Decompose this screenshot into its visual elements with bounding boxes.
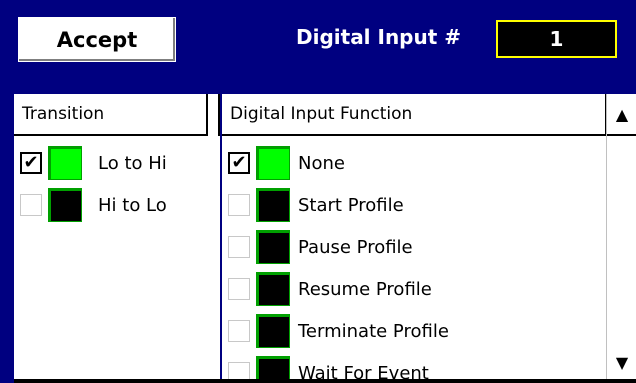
function-label: Terminate Profile [298, 320, 449, 342]
transition-row-hi-to-lo[interactable]: Hi to Lo [14, 184, 167, 226]
indicator-on-icon [48, 146, 82, 180]
accept-button[interactable]: Accept [18, 17, 176, 62]
function-list: ✔ None Start Profile Pause Profile Resum… [222, 138, 606, 383]
digital-input-number-field[interactable]: 1 [496, 20, 617, 58]
indicator-off-icon [48, 188, 82, 222]
transition-list: ✔ Lo to Hi Hi to Lo [14, 138, 220, 383]
digital-input-label: Digital Input # [296, 25, 462, 49]
checkbox-empty-icon[interactable] [228, 278, 250, 300]
transition-row-lo-to-hi[interactable]: ✔ Lo to Hi [14, 142, 167, 184]
check-icon[interactable]: ✔ [228, 152, 250, 174]
indicator-off-icon [256, 314, 290, 348]
indicator-on-icon [256, 146, 290, 180]
transition-label: Lo to Hi [98, 152, 167, 174]
function-column-header[interactable]: Digital Input Function [222, 94, 606, 136]
indicator-off-icon [256, 188, 290, 222]
function-label: None [298, 152, 345, 174]
checkbox-empty-icon[interactable] [228, 236, 250, 258]
function-panel: Digital Input Function ✔ None Start Prof… [222, 94, 636, 383]
checkbox-empty-icon[interactable] [228, 194, 250, 216]
scroll-up-icon[interactable]: ▲ [607, 94, 636, 136]
function-row-none[interactable]: ✔ None [222, 142, 345, 184]
bottom-border [14, 379, 636, 383]
function-row-resume-profile[interactable]: Resume Profile [222, 268, 432, 310]
checkbox-empty-icon[interactable] [228, 320, 250, 342]
checkbox-empty-icon[interactable] [20, 194, 42, 216]
transition-column-header[interactable]: Transition [14, 94, 220, 136]
function-row-terminate-profile[interactable]: Terminate Profile [222, 310, 449, 352]
indicator-off-icon [256, 272, 290, 306]
transition-label: Hi to Lo [98, 194, 167, 216]
function-label: Start Profile [298, 194, 404, 216]
scroll-down-icon[interactable]: ▼ [607, 341, 636, 383]
function-row-pause-profile[interactable]: Pause Profile [222, 226, 413, 268]
function-label: Pause Profile [298, 236, 413, 258]
indicator-off-icon [256, 230, 290, 264]
function-label: Resume Profile [298, 278, 432, 300]
vertical-scrollbar[interactable]: ▲ ▼ [606, 94, 636, 383]
function-row-start-profile[interactable]: Start Profile [222, 184, 404, 226]
check-icon[interactable]: ✔ [20, 152, 42, 174]
transition-panel: Transition ✔ Lo to Hi Hi to Lo [14, 94, 220, 383]
column-splitter[interactable] [206, 94, 220, 136]
header-bar: Accept Digital Input # 1 [0, 0, 636, 90]
